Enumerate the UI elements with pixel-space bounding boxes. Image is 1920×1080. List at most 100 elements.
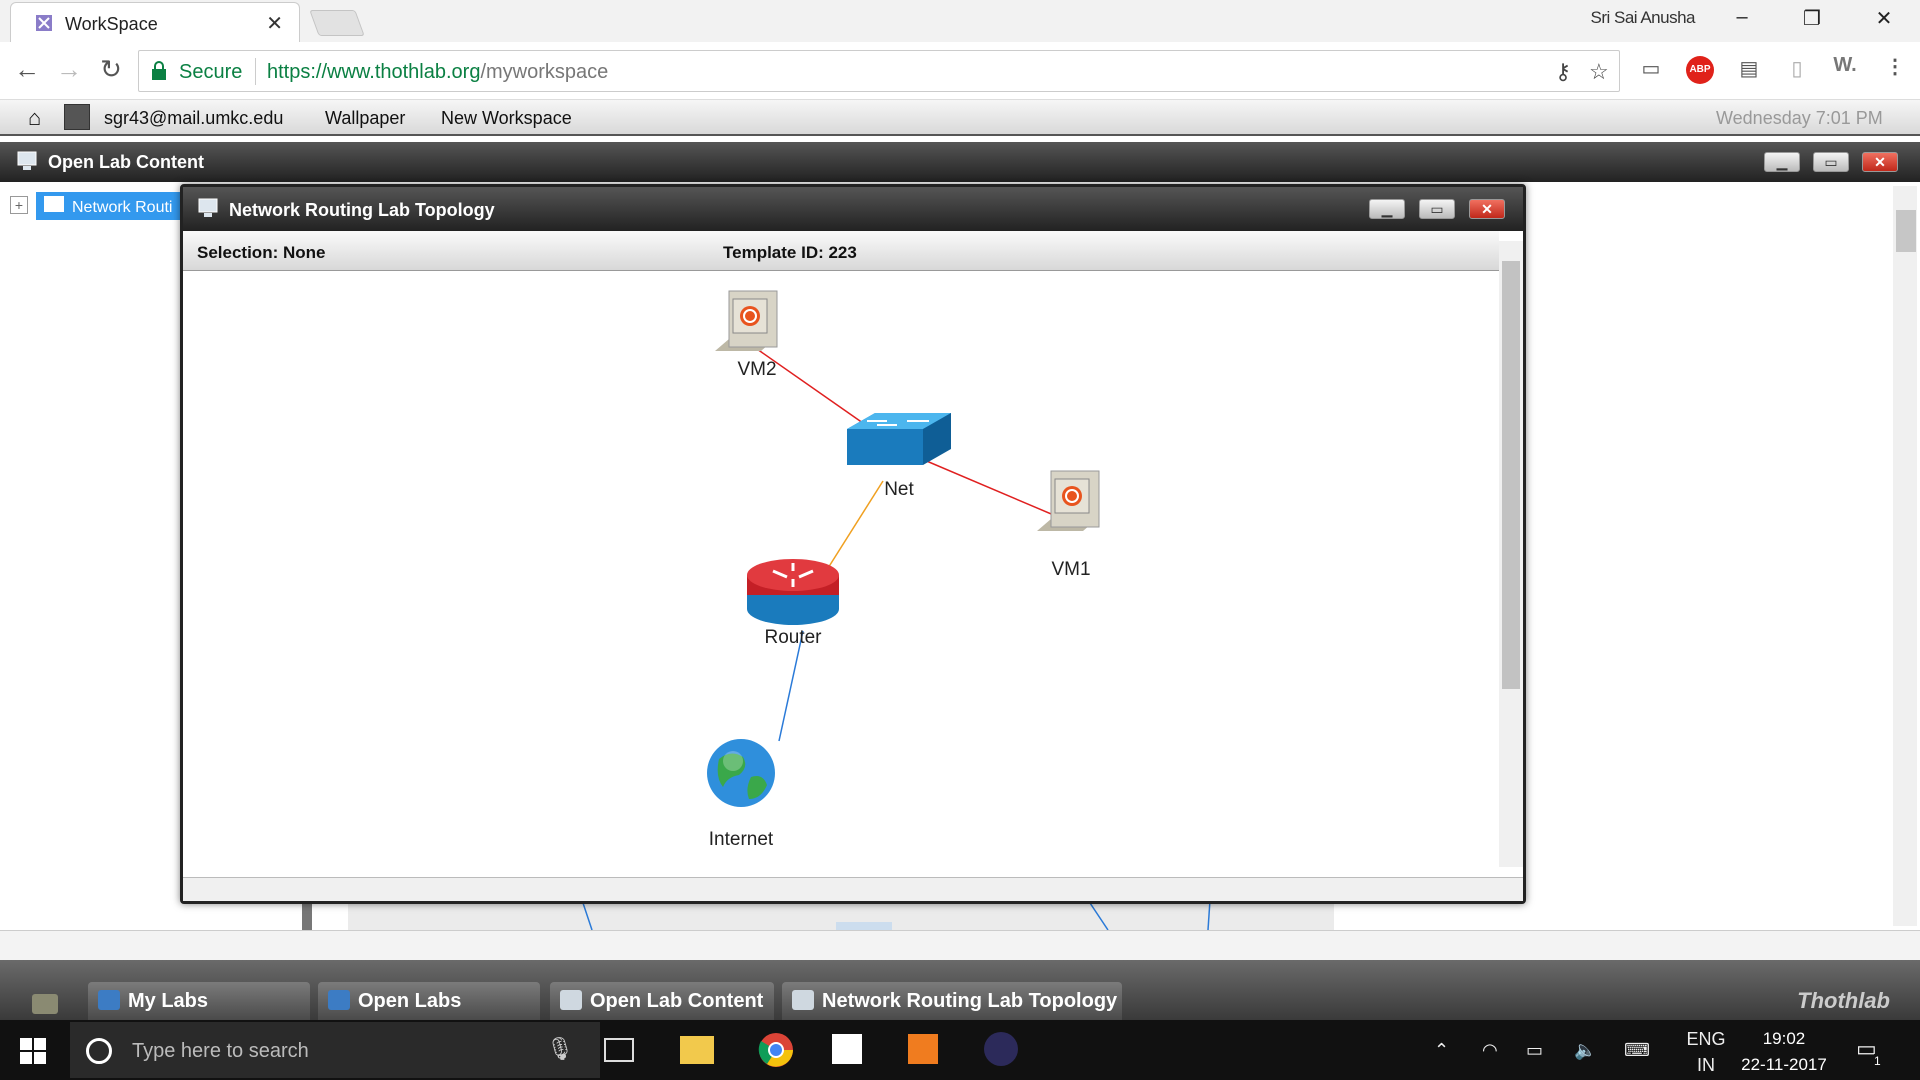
user-email[interactable]: sgr43@mail.umkc.edu [104, 108, 283, 129]
notification-count: 1 [1874, 1054, 1881, 1068]
reload-icon[interactable]: ↻ [94, 54, 128, 85]
bookmark-star-icon[interactable]: ☆ [1589, 59, 1609, 85]
w-extension-icon[interactable]: W. [1830, 54, 1860, 84]
vm1-node-icon [1037, 470, 1100, 531]
minimize-button[interactable]: ▁ [1764, 152, 1800, 172]
app-taskbar: My Labs Open Labs Open Lab Content Netwo… [0, 960, 1920, 1020]
adblock-icon[interactable]: ABP [1686, 56, 1714, 84]
maximize-button[interactable]: ▭ [1419, 199, 1455, 219]
net-label: Net [884, 479, 914, 500]
key-icon[interactable]: ⚷ [1555, 59, 1571, 85]
monitor-icon [792, 990, 814, 1010]
home-icon[interactable]: ⌂ [28, 105, 41, 131]
outer-status-bar [0, 930, 1920, 960]
new-tab-button[interactable] [309, 10, 365, 36]
volume-icon[interactable]: 🔈 [1574, 1040, 1596, 1061]
cast-icon[interactable]: ▭ [1636, 56, 1666, 86]
outer-scrollbar[interactable] [1893, 186, 1917, 926]
topology-scrollbar-thumb[interactable] [1502, 261, 1520, 689]
close-window-icon[interactable]: ✕ [1864, 6, 1904, 31]
internet-label: Internet [708, 829, 774, 850]
tree-item-network-routing[interactable]: Network Routi [36, 192, 196, 220]
search-placeholder: Type here to search [132, 1040, 309, 1062]
lock-icon [152, 61, 166, 80]
close-tab-icon[interactable]: ✕ [266, 11, 283, 36]
background-canvas [348, 899, 1334, 931]
workspace-favicon-icon [36, 15, 52, 31]
info-bar: Selection: None Template ID: 223 [183, 231, 1499, 271]
chrome-icon[interactable] [756, 1030, 796, 1070]
task-my-labs[interactable]: My Labs [88, 982, 310, 1020]
panel-divider [302, 904, 312, 930]
secure-label: Secure [179, 61, 243, 83]
taskbar-search[interactable]: Type here to search 🎙 [70, 1022, 600, 1078]
tab-strip: WorkSpace ✕ Sri Sai Anusha – ❐ ✕ [0, 0, 1920, 42]
keyboard-icon[interactable]: ⌨ [1624, 1040, 1650, 1061]
vm2-label: VM2 [737, 359, 777, 380]
film-extension-icon[interactable]: ▤ [1734, 56, 1764, 86]
task-view-icon[interactable] [604, 1038, 634, 1062]
microphone-icon[interactable]: 🎙 [546, 1036, 574, 1062]
show-hidden-icons-icon[interactable]: ⌃ [1434, 1040, 1449, 1061]
internet-globe-icon [707, 739, 775, 807]
window-title: Network Routing Lab Topology [229, 200, 495, 220]
selection-status: Selection: None [197, 243, 326, 262]
store-icon[interactable] [832, 1034, 862, 1064]
minimize-button[interactable]: ▁ [1369, 199, 1405, 219]
router-label: Router [764, 627, 822, 648]
avatar[interactable] [64, 104, 90, 130]
wifi-icon[interactable]: ◠ [1482, 1040, 1498, 1061]
wallpaper-menu[interactable]: Wallpaper [325, 108, 405, 129]
browser-tab[interactable]: WorkSpace ✕ [10, 2, 300, 42]
divider [255, 58, 256, 85]
maximize-button[interactable]: ▭ [1813, 152, 1849, 172]
background-links [581, 899, 1211, 931]
vm1-label: VM1 [1051, 559, 1091, 580]
desktop-icon[interactable] [32, 994, 58, 1014]
datetime: Wednesday 7:01 PM [1716, 108, 1883, 128]
vm2-node-icon [715, 290, 778, 351]
topology-titlebar[interactable]: Network Routing Lab Topology ▁ ▭ ✕ [183, 187, 1523, 231]
task-open-lab-content[interactable]: Open Lab Content [550, 982, 774, 1020]
monitor-icon [17, 151, 37, 170]
net-switch-icon [847, 413, 951, 465]
chrome-menu-icon[interactable]: ⋮ [1880, 54, 1910, 84]
new-workspace-menu[interactable]: New Workspace [441, 108, 572, 129]
profile-name[interactable]: Sri Sai Anusha [1590, 8, 1695, 28]
windows-start-icon[interactable] [20, 1038, 46, 1064]
forward-icon[interactable]: → [52, 54, 86, 85]
template-id: Template ID: 223 [723, 243, 857, 262]
close-button[interactable]: ✕ [1469, 199, 1505, 219]
topology-window: Network Routing Lab Topology ▁ ▭ ✕ Selec… [180, 184, 1526, 904]
minimize-window-icon[interactable]: – [1722, 6, 1762, 29]
site-menubar: ⌂ sgr43@mail.umkc.edu Wallpaper New Work… [0, 100, 1920, 136]
tree-expand-icon[interactable]: + [10, 196, 28, 214]
back-icon[interactable]: ← [10, 54, 44, 85]
task-open-labs[interactable]: Open Labs [318, 982, 540, 1020]
monitor-icon [560, 990, 582, 1010]
topology-canvas[interactable]: VM2 Net VM1 Router Internet [183, 271, 1499, 867]
restore-window-icon[interactable]: ❐ [1792, 6, 1832, 31]
file-explorer-icon[interactable] [680, 1036, 714, 1064]
folder-icon [44, 196, 64, 212]
topology-status-bar [183, 877, 1523, 901]
tab-title: WorkSpace [65, 14, 158, 34]
eclipse-icon[interactable] [984, 1032, 1018, 1066]
language-indicator[interactable]: ENG IN [1686, 1026, 1726, 1078]
open-lab-content-titlebar[interactable]: Open Lab Content ▁ ▭ ✕ [0, 142, 1920, 182]
media-player-icon[interactable] [908, 1034, 938, 1064]
task-network-routing-topology[interactable]: Network Routing Lab Topology [782, 982, 1122, 1020]
address-bar[interactable]: Secure https://www.thothlab.org/myworksp… [138, 50, 1620, 92]
outer-scrollbar-thumb[interactable] [1896, 210, 1916, 252]
tree-item-label: Network Routi [72, 199, 173, 216]
battery-icon[interactable]: ▭ [1526, 1040, 1543, 1061]
thothlab-logo: Thothlab [1797, 988, 1890, 1013]
router-icon [747, 559, 839, 625]
url-text[interactable]: https://www.thothlab.org/myworkspace [267, 61, 608, 84]
windows-taskbar: Type here to search 🎙 ⌃ ◠ ▭ 🔈 ⌨ ENG IN 19… [0, 1020, 1920, 1080]
close-button[interactable]: ✕ [1862, 152, 1898, 172]
pdf-extension-icon[interactable]: ▯ [1782, 56, 1812, 86]
labs-icon [328, 990, 350, 1010]
taskbar-clock[interactable]: 19:02 22-11-2017 [1729, 1026, 1839, 1078]
topology-diagram [707, 290, 1100, 807]
